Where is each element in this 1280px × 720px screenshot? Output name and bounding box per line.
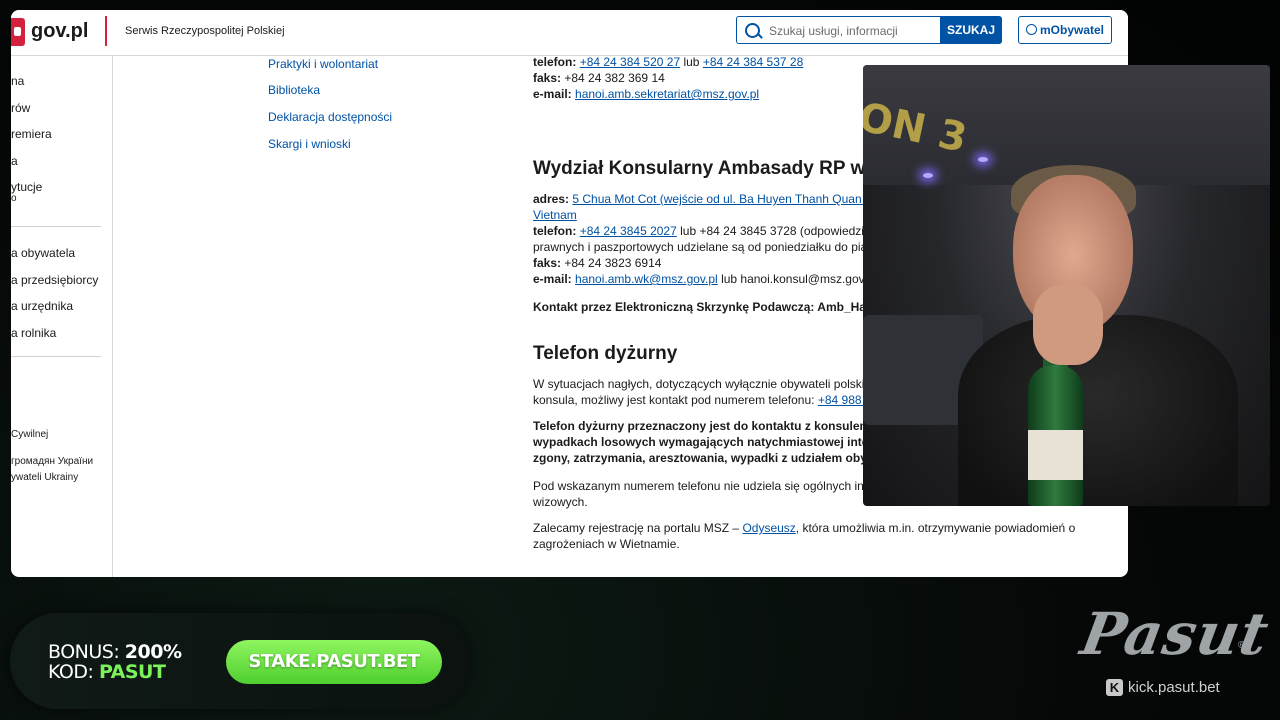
bonus-line: BONUS: 200% — [48, 641, 182, 663]
webcam-overlay: ON 3 — [863, 65, 1270, 506]
sidebar-item[interactable]: a przedsiębiorcy — [11, 273, 98, 287]
email-label: e-mail: — [533, 87, 572, 101]
duty-p4-text-a: Zalecamy rejestrację na portalu MSZ – — [533, 521, 740, 535]
consular-phone-rest: lub +84 24 3845 3728 (odpowiedzi na z — [680, 224, 890, 238]
duty-p2-line1: Telefon dyżurny przeznaczony jest do kon… — [533, 419, 888, 433]
site-subtitle: Serwis Rzeczypospolitej Polskiej — [125, 25, 285, 37]
duty-p4-line1: Zalecamy rejestrację na portalu MSZ – Od… — [533, 520, 1075, 536]
sidebar-item[interactable]: громадян України — [11, 456, 93, 467]
email-label: e-mail: — [533, 272, 572, 286]
consular-email-line: e-mail: hanoi.amb.wk@msz.gov.pl lub hano… — [533, 271, 876, 287]
gov-logo[interactable]: gov.pl — [31, 20, 88, 43]
consular-fax: +84 24 3823 6914 — [564, 256, 662, 270]
fax-label: faks: — [533, 71, 562, 85]
duty-p1-line2: konsula, możliwy jest kontakt pod numere… — [533, 392, 885, 408]
embassy-phone-line: telefon: +84 24 384 520 27 lub +84 24 38… — [533, 54, 803, 70]
duty-phone-heading: Telefon dyżurny — [533, 343, 678, 364]
sidebar: na rów remiera a ytucje o a obywatela a … — [11, 56, 113, 577]
consular-email-rest: lub hanoi.konsul@msz.gov.pl — [721, 272, 877, 286]
bonus-value: 200% — [124, 641, 182, 663]
duty-p2-line2: wypadkach losowych wymagających natychmi… — [533, 435, 890, 449]
ceiling-light — [923, 173, 933, 178]
consular-address-line-2: Vietnam — [533, 207, 577, 223]
sidebar-item[interactable]: a obywatela — [11, 246, 75, 260]
user-icon — [1025, 24, 1037, 35]
sidebar-item[interactable]: a — [11, 154, 18, 168]
search-box — [736, 16, 940, 44]
logo-divider — [105, 16, 107, 46]
kick-url: kick.pasut.bet — [1128, 679, 1220, 696]
consular-phone-line-2: prawnych i paszportowych udzielane są od… — [533, 240, 884, 254]
embassy-fax-line: faks: +84 24 382 369 14 — [533, 70, 665, 86]
link-deklaracja[interactable]: Deklaracja dostępności — [268, 110, 392, 124]
kick-icon: K — [1106, 679, 1123, 696]
duty-p1-line1: W sytuacjach nagłych, dotyczących wyłącz… — [533, 377, 893, 391]
duty-p2-line3: zgony, zatrzymania, aresztowania, wypadk… — [533, 451, 883, 465]
search-input[interactable] — [767, 21, 939, 41]
code-value: PASUT — [98, 661, 166, 683]
address-label: adres: — [533, 192, 570, 206]
embassy-phone-2[interactable]: +84 24 384 537 28 — [703, 55, 803, 69]
embassy-email[interactable]: hanoi.amb.sekretariat@msz.gov.pl — [575, 87, 759, 101]
consular-address-link-2[interactable]: Vietnam — [533, 208, 577, 222]
pasut-logo: Pasut — [1076, 600, 1275, 668]
phone-label: telefon: — [533, 224, 577, 238]
bottle-label — [1028, 430, 1083, 480]
sidebar-item[interactable]: ytucje — [11, 180, 42, 194]
link-skargi[interactable]: Skargi i wnioski — [268, 137, 351, 151]
epuap-contact: Kontakt przez Elektroniczną Skrzynkę Pod… — [533, 300, 884, 314]
fax-label: faks: — [533, 256, 562, 270]
consular-phone-1[interactable]: +84 24 3845 2027 — [580, 224, 677, 238]
search-icon — [745, 23, 760, 38]
consular-heading: Wydział Konsularny Ambasady RP w H — [533, 158, 885, 179]
bonus-label: BONUS: — [48, 641, 120, 663]
sidebar-divider — [11, 356, 101, 357]
person-hand — [1033, 285, 1103, 365]
duty-p4-line2: zagrożeniach w Wietnamie. — [533, 537, 680, 551]
sidebar-item[interactable]: a rolnika — [11, 326, 56, 340]
phone-label: telefon: — [533, 55, 577, 69]
sidebar-item[interactable]: Cywilnej — [11, 429, 48, 440]
sidebar-item[interactable]: remiera — [11, 127, 52, 141]
or-text: lub — [683, 55, 700, 69]
link-praktyki[interactable]: Praktyki i wolontariat — [268, 57, 378, 71]
embassy-phone-1[interactable]: +84 24 384 520 27 — [580, 55, 680, 69]
embassy-fax: +84 24 382 369 14 — [564, 71, 665, 85]
sidebar-item[interactable]: o — [11, 193, 17, 204]
duty-p1-text: konsula, możliwy jest kontakt pod numere… — [533, 393, 815, 407]
embassy-email-line: e-mail: hanoi.amb.sekretariat@msz.gov.pl — [533, 86, 759, 102]
consular-email[interactable]: hanoi.amb.wk@msz.gov.pl — [575, 272, 718, 286]
duty-p4-text-b: , która umożliwia m.in. otrzymywanie pow… — [795, 521, 1076, 535]
mobywatel-button[interactable]: mObywatel — [1018, 16, 1112, 44]
link-biblioteka[interactable]: Biblioteka — [268, 83, 320, 97]
search-button[interactable]: SZUKAJ — [940, 16, 1002, 44]
duty-p3-line2: wizowych. — [533, 495, 588, 509]
stake-button[interactable]: STAKE.PASUT.BET — [226, 640, 442, 684]
mobywatel-label: mObywatel — [1039, 23, 1105, 37]
ceiling-light — [978, 157, 988, 162]
site-header: gov.pl Serwis Rzeczypospolitej Polskiej … — [11, 10, 1128, 56]
consular-phone-line: telefon: +84 24 3845 2027 lub +84 24 384… — [533, 223, 890, 239]
consular-fax-line: faks: +84 24 3823 6914 — [533, 255, 661, 271]
sidebar-item[interactable]: ywateli Ukrainy — [11, 472, 78, 483]
consular-address-line: adres: 5 Chua Mot Cot (wejście od ul. Ba… — [533, 191, 895, 207]
sidebar-divider — [11, 226, 101, 227]
code-label: KOD: — [48, 661, 94, 683]
sidebar-item[interactable]: a urzędnika — [11, 299, 73, 313]
registered-icon: ® — [1238, 640, 1246, 651]
gov-emblem-icon[interactable] — [11, 18, 25, 46]
consular-address-link[interactable]: 5 Chua Mot Cot (wejście od ul. Ba Huyen … — [572, 192, 895, 206]
sidebar-item[interactable]: na — [11, 74, 24, 88]
odyseusz-link[interactable]: Odyseusz — [742, 521, 795, 535]
code-line: KOD: PASUT — [48, 661, 166, 683]
sidebar-item[interactable]: rów — [11, 101, 30, 115]
duty-p3-line1: Pod wskazanym numerem telefonu nie udzie… — [533, 479, 888, 493]
